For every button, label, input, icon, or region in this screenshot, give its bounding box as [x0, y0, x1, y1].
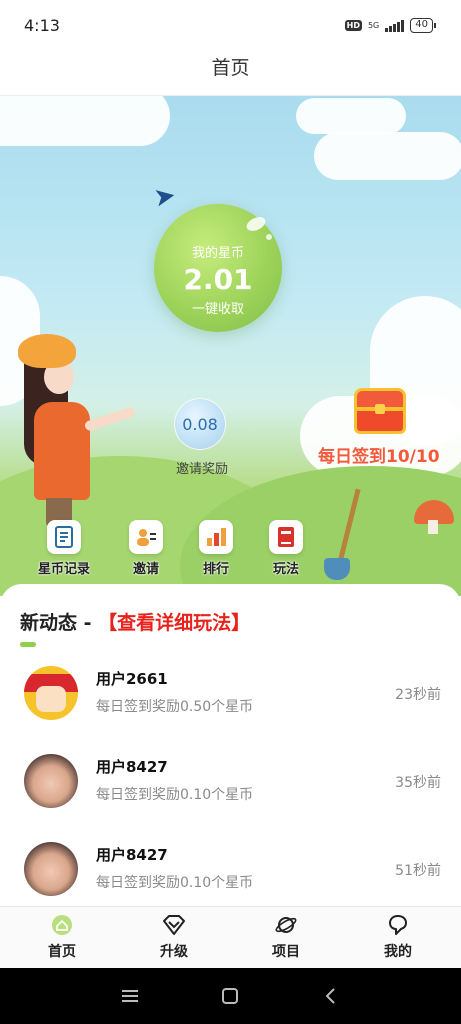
signal-icon — [385, 19, 405, 32]
invite-icon — [129, 520, 163, 554]
daily-checkin-label[interactable]: 每日签到10/10 — [318, 442, 440, 467]
feed-reward-text: 每日签到奖励0.50个星币 — [96, 699, 254, 715]
system-nav-bar — [0, 968, 461, 1024]
feed-item: 用户2661 每日签到奖励0.50个星币 23秒前 — [0, 666, 461, 746]
page-title: 首页 — [211, 57, 250, 79]
collect-all-label: 一键收取 — [191, 302, 244, 317]
treasure-chest-icon[interactable] — [354, 388, 406, 434]
feed-time: 23秒前 — [395, 687, 441, 703]
nav-item-upgrade[interactable]: 升级 — [134, 913, 214, 961]
quick-label: 星币记录 — [37, 562, 90, 577]
status-time: 4:13 — [24, 16, 60, 35]
bubble-shine-dot — [266, 234, 272, 240]
bubble-shine — [244, 214, 268, 234]
cloud-decoration — [296, 98, 406, 134]
profile-icon — [385, 913, 411, 937]
quick-item-rules[interactable]: 玩法 — [254, 520, 318, 577]
planet-icon — [273, 913, 299, 937]
feed-user-name: 用户8427 — [96, 846, 168, 864]
coin-record-icon — [47, 520, 81, 554]
nav-item-profile[interactable]: 我的 — [358, 913, 438, 961]
nav-label: 升级 — [160, 944, 188, 960]
quick-label: 排行 — [202, 562, 229, 577]
feed-reward-text: 每日签到奖励0.10个星币 — [96, 787, 254, 803]
collect-coins-bubble[interactable]: 我的星币 2.01 一键收取 — [154, 204, 282, 332]
network-label: 5G — [367, 20, 380, 30]
feed-reward-text: 每日签到奖励0.10个星币 — [96, 875, 254, 891]
nav-item-projects[interactable]: 项目 — [246, 913, 326, 961]
nav-label: 我的 — [384, 944, 412, 960]
feed-user-name: 用户8427 — [96, 758, 168, 776]
home-button-icon[interactable] — [210, 982, 250, 1010]
hd-icon: HD — [344, 20, 362, 31]
coin-balance: 2.01 — [183, 263, 253, 296]
cloud-decoration — [0, 96, 170, 146]
quick-item-coin-record[interactable]: 星币记录 — [32, 520, 96, 577]
nav-item-home[interactable]: 首页 — [22, 913, 102, 961]
girl-dress — [34, 402, 90, 500]
mushroom-stem — [428, 520, 438, 534]
feed-item: 用户8427 每日签到奖励0.10个星币 35秒前 — [0, 754, 461, 834]
invite-reward-bubble[interactable]: 0.08 — [174, 398, 226, 450]
invite-reward-label: 邀请奖励 — [175, 462, 228, 477]
quick-label: 玩法 — [272, 562, 299, 577]
status-bar: 4:13 HD 5G 40 — [0, 0, 461, 52]
title-bar: 首页 — [0, 52, 461, 96]
view-rules-link[interactable]: 【查看详细玩法】 — [98, 612, 250, 634]
quick-label: 邀请 — [132, 562, 159, 577]
cloud-decoration — [314, 132, 461, 180]
bottom-nav: 首页 升级 项目 我的 — [0, 906, 461, 968]
feed-header: 新动态 - 【查看详细玩法】 — [20, 608, 250, 635]
quick-item-ranking[interactable]: 排行 — [184, 520, 248, 577]
avatar — [24, 842, 78, 896]
feed-time: 35秒前 — [395, 775, 441, 791]
home-icon — [49, 913, 75, 937]
status-indicators: HD 5G 40 — [344, 18, 436, 33]
feed-title: 新动态 - — [20, 612, 99, 634]
battery-icon: 40 — [410, 18, 436, 33]
my-coins-label: 我的星币 — [191, 246, 244, 261]
recent-apps-icon[interactable] — [110, 982, 150, 1010]
avatar — [24, 754, 78, 808]
girl-hat — [18, 334, 76, 368]
bird-icon: ➤ — [151, 180, 179, 214]
feed-time: 51秒前 — [395, 863, 441, 879]
avatar — [24, 666, 78, 720]
nav-label: 首页 — [48, 944, 76, 960]
ranking-icon — [199, 520, 233, 554]
shovel-head — [324, 558, 350, 580]
feed-title-underline — [20, 642, 36, 647]
diamond-icon — [161, 913, 187, 937]
quick-item-invite[interactable]: 邀请 — [114, 520, 178, 577]
activity-feed: 新动态 - 【查看详细玩法】 用户2661 每日签到奖励0.50个星币 23秒前… — [0, 584, 461, 906]
hero-banner: ➤ 我的星币 2.01 一键收取 0.08 邀请奖励 每日签到10/10 星币记… — [0, 96, 461, 596]
back-icon[interactable] — [310, 982, 350, 1010]
feed-user-name: 用户2661 — [96, 670, 168, 688]
nav-label: 项目 — [272, 944, 300, 960]
girl-arm — [83, 406, 137, 432]
rules-book-icon — [269, 520, 303, 554]
quick-menu: 星币记录 邀请 排行 玩法 — [32, 520, 322, 580]
